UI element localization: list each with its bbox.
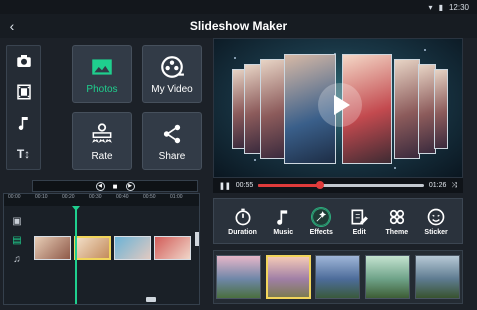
filter-thumbnail[interactable] <box>265 255 311 299</box>
total-time: 01:26 <box>428 182 447 189</box>
slide-card <box>260 59 286 159</box>
timeline-clip[interactable] <box>34 236 71 260</box>
shuffle-icon[interactable]: ⤨ <box>451 182 457 190</box>
slide-card <box>434 69 448 149</box>
timeline-clip[interactable] <box>114 236 151 260</box>
timeline-horizontal-scrollbar[interactable] <box>146 297 156 302</box>
music-track-icon[interactable]: ♫ <box>13 254 21 265</box>
edit-label: Edit <box>352 228 366 236</box>
filter-strip <box>213 250 463 304</box>
theme-icon <box>389 209 404 224</box>
app-bar: ‹ Slideshow Maker <box>0 14 477 38</box>
media-tool-column: T↕ <box>6 45 41 170</box>
edit-icon <box>351 209 369 224</box>
timer-icon <box>235 208 251 225</box>
photo-gallery-icon <box>92 58 112 75</box>
ruler-tick-label: 00:50 <box>143 194 156 200</box>
sticker-label: Sticker <box>424 228 448 236</box>
photos-button[interactable]: Photos <box>72 45 132 103</box>
filter-thumbnail[interactable] <box>414 255 460 299</box>
rate-stars-icon <box>92 122 112 143</box>
ruler-tick-label: 00:30 <box>89 194 102 200</box>
player-bar: ❚❚ 00:55 01:26 ⤨ <box>213 178 463 193</box>
rate-label: Rate <box>91 150 113 162</box>
app-title: Slideshow Maker <box>189 19 288 33</box>
filter-thumbnail[interactable] <box>216 255 262 299</box>
ruler-tick-label: 00:40 <box>116 194 129 200</box>
previous-icon[interactable]: ◀ <box>95 181 105 191</box>
video-preview[interactable] <box>213 38 463 178</box>
seek-progress <box>258 184 320 187</box>
theme-label: Theme <box>385 228 409 236</box>
edit-toolbar: Duration Music Effects Edit Theme Sticke… <box>213 198 463 244</box>
music-button[interactable]: Music <box>273 207 293 236</box>
status-time: 12:30 <box>448 2 469 12</box>
timeline-transport: ◀ ■ ▶ <box>32 180 198 192</box>
duration-button[interactable]: Duration <box>228 207 257 236</box>
ruler-tick-label: 00:10 <box>35 194 48 200</box>
timeline-clip[interactable] <box>74 236 111 260</box>
video-reel-icon <box>161 55 184 78</box>
stop-icon[interactable]: ■ <box>111 182 120 191</box>
photos-label: Photos <box>86 83 118 95</box>
ruler-tick-label: 00:00 <box>8 194 21 200</box>
film-track-icon[interactable]: ▤ <box>12 235 21 246</box>
music-label: Music <box>273 228 294 236</box>
ruler-tick-label: 01:00 <box>170 194 183 200</box>
sticker-icon <box>427 208 445 225</box>
seek-handle[interactable] <box>315 181 324 189</box>
play-overlay-button[interactable] <box>318 83 362 127</box>
status-bar: ▾ ▮ 12:30 <box>0 0 477 14</box>
music-note-icon[interactable] <box>13 112 35 134</box>
filter-thumbnail[interactable] <box>365 255 411 299</box>
seek-bar[interactable] <box>258 181 424 189</box>
next-icon[interactable]: ▶ <box>125 181 135 191</box>
magic-icon <box>311 206 332 227</box>
duration-label: Duration <box>228 228 257 236</box>
share-button[interactable]: Share <box>142 112 202 170</box>
timeline-panel: 00:00 00:10 00:20 00:30 00:40 00:50 01:00 ▣ ▤ … <box>3 193 200 305</box>
timeline-clip[interactable] <box>154 236 191 260</box>
rate-button[interactable]: Rate <box>72 112 132 170</box>
timeline-ruler: 00:00 00:10 00:20 00:30 00:40 00:50 01:00 <box>4 194 199 206</box>
music-note-icon <box>277 209 288 225</box>
camera-icon[interactable] <box>13 50 35 72</box>
battery-icon: ▮ <box>438 2 443 12</box>
edit-button[interactable]: Edit <box>349 207 369 236</box>
effects-label: Effects <box>309 228 333 236</box>
text-icon[interactable]: T↕ <box>13 143 35 165</box>
my-video-label: My Video <box>151 83 193 95</box>
film-icon[interactable] <box>13 81 35 103</box>
pause-icon[interactable]: ❚❚ <box>219 182 231 190</box>
back-arrow-icon[interactable]: ‹ <box>0 18 24 34</box>
my-video-button[interactable]: My Video <box>142 45 202 103</box>
signal-icon: ▾ <box>428 2 433 12</box>
effects-button[interactable]: Effects <box>309 206 333 236</box>
timeline-vertical-scrollbar[interactable] <box>195 232 199 246</box>
clip-track <box>34 236 191 260</box>
current-time: 00:55 <box>235 182 254 189</box>
ruler-tick-label: 00:20 <box>62 194 75 200</box>
share-label: Share <box>158 150 186 162</box>
text-icon-glyph: T↕ <box>16 146 31 161</box>
theme-button[interactable]: Theme <box>385 207 409 236</box>
photo-track-icon[interactable]: ▣ <box>12 216 21 227</box>
share-icon <box>163 124 181 143</box>
sticker-button[interactable]: Sticker <box>424 207 448 236</box>
timeline-track-icons: ▣ ▤ ♫ <box>4 206 30 304</box>
timeline-playhead[interactable] <box>72 206 80 304</box>
filter-thumbnail[interactable] <box>315 255 361 299</box>
slide-card <box>394 59 420 159</box>
